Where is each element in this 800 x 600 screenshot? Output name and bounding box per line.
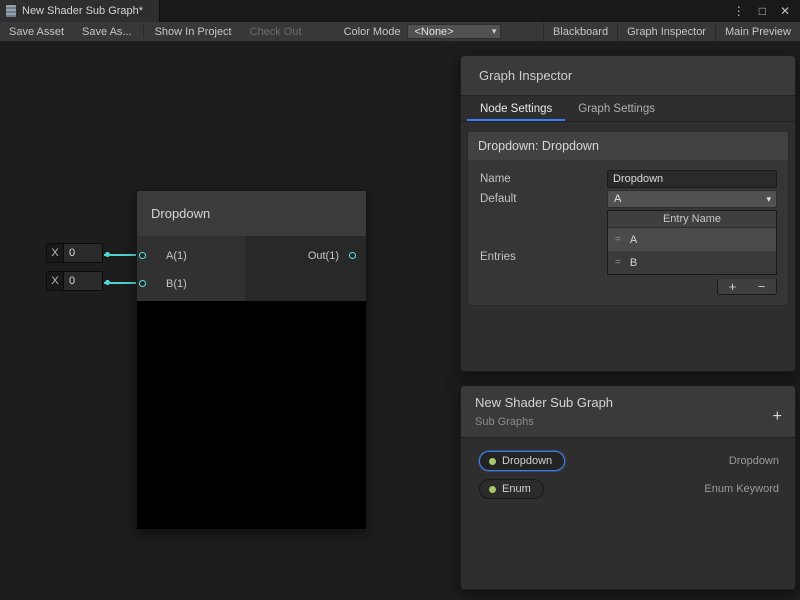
enum-property-pill[interactable]: Enum <box>479 479 544 499</box>
blackboard-item-enum: Enum Enum Keyword <box>461 476 795 502</box>
check-out-button: Check Out <box>241 22 311 42</box>
property-type: Dropdown <box>729 455 779 467</box>
chevron-down-icon: ▾ <box>492 26 497 37</box>
entry-name: A <box>630 234 637 246</box>
port-a-icon[interactable] <box>139 252 146 259</box>
entries-header: Entry Name <box>608 211 776 228</box>
show-in-project-button[interactable]: Show In Project <box>146 22 241 42</box>
property-dot-icon <box>489 458 496 465</box>
window-controls: ⋮ □ ✕ <box>733 0 800 22</box>
default-dropdown[interactable]: A ▾ <box>607 190 777 208</box>
blackboard-toggle-button[interactable]: Blackboard <box>543 22 617 42</box>
node-preview <box>137 301 366 529</box>
port-b-icon[interactable] <box>139 280 146 287</box>
toolbar-right-group: Blackboard Graph Inspector Main Preview <box>543 22 800 41</box>
port-input-b[interactable]: X <box>46 271 103 291</box>
maximize-icon[interactable]: □ <box>759 4 766 18</box>
property-label: Dropdown <box>502 455 552 467</box>
graph-inspector-toggle-button[interactable]: Graph Inspector <box>617 22 715 42</box>
remove-entry-button[interactable]: − <box>747 280 776 294</box>
port-out-icon[interactable] <box>349 252 356 259</box>
wire-a <box>104 254 140 256</box>
add-property-button[interactable]: + <box>773 409 782 425</box>
wire-b <box>104 282 140 284</box>
blackboard-panel: New Shader Sub Graph Sub Graphs + Dropdo… <box>460 385 796 590</box>
node-port-section: A(1) B(1) Out(1) <box>137 236 366 301</box>
name-field[interactable] <box>607 170 777 188</box>
tab-graph-settings[interactable]: Graph Settings <box>565 96 668 121</box>
drag-handle-icon[interactable]: = <box>615 257 621 268</box>
port-value-a-input[interactable] <box>63 244 102 262</box>
entry-row-a[interactable]: = A <box>608 228 776 251</box>
color-mode-label: Color Mode <box>337 26 408 38</box>
blackboard-subtitle: Sub Graphs <box>475 416 534 428</box>
axis-label-x: X <box>47 272 63 290</box>
close-icon[interactable]: ✕ <box>780 4 790 18</box>
entry-row-b[interactable]: = B <box>608 251 776 274</box>
port-out-label: Out(1) <box>308 250 339 262</box>
entries-label: Entries <box>480 251 516 263</box>
color-mode-dropdown[interactable]: <None> ▾ <box>407 24 501 39</box>
save-asset-button[interactable]: Save Asset <box>0 22 73 42</box>
node-title[interactable]: Dropdown <box>137 191 366 236</box>
shader-graph-icon <box>6 5 16 17</box>
chevron-down-icon: ▾ <box>766 194 771 205</box>
dropdown-node[interactable]: Dropdown A(1) B(1) Out(1) <box>136 190 367 530</box>
drag-handle-icon[interactable]: = <box>615 234 621 245</box>
default-label: Default <box>480 193 516 205</box>
blackboard-title: New Shader Sub Graph <box>475 395 613 410</box>
section-title: Dropdown: Dropdown <box>468 132 788 160</box>
color-mode-value: <None> <box>414 26 453 38</box>
entry-name: B <box>630 257 637 269</box>
inspector-tabs: Node Settings Graph Settings <box>461 96 795 122</box>
document-tab[interactable]: New Shader Sub Graph* <box>0 0 160 22</box>
add-entry-button[interactable]: + <box>718 280 747 294</box>
property-type: Enum Keyword <box>704 483 779 495</box>
port-input-a[interactable]: X <box>46 243 103 263</box>
property-label: Enum <box>502 483 531 495</box>
port-a-label: A(1) <box>166 250 187 262</box>
toolbar: Save Asset Save As... Show In Project Ch… <box>0 22 800 42</box>
blackboard-header: New Shader Sub Graph Sub Graphs + <box>461 386 795 438</box>
entries-list-footer: + − <box>717 279 777 295</box>
blackboard-item-dropdown: Dropdown Dropdown <box>461 448 795 474</box>
port-b-label: B(1) <box>166 278 187 290</box>
name-label: Name <box>480 173 511 185</box>
node-input-column <box>137 236 245 301</box>
graph-inspector-panel: Graph Inspector Node Settings Graph Sett… <box>460 55 796 372</box>
main-preview-toggle-button[interactable]: Main Preview <box>715 22 800 42</box>
node-settings-section: Dropdown: Dropdown Name Default A ▾ Entr… <box>467 131 789 306</box>
tab-node-settings[interactable]: Node Settings <box>467 96 565 121</box>
port-value-b-input[interactable] <box>63 272 102 290</box>
axis-label-x: X <box>47 244 63 262</box>
dropdown-property-pill[interactable]: Dropdown <box>479 451 565 471</box>
more-icon[interactable]: ⋮ <box>733 4 745 18</box>
graph-inspector-title: Graph Inspector <box>461 56 795 96</box>
default-value: A <box>614 193 621 205</box>
save-as-button[interactable]: Save As... <box>73 22 141 42</box>
entries-list: Entry Name = A = B <box>607 210 777 275</box>
toolbar-separator <box>143 25 144 38</box>
titlebar: New Shader Sub Graph* ⋮ □ ✕ <box>0 0 800 22</box>
tab-title: New Shader Sub Graph* <box>22 5 143 17</box>
property-dot-icon <box>489 486 496 493</box>
